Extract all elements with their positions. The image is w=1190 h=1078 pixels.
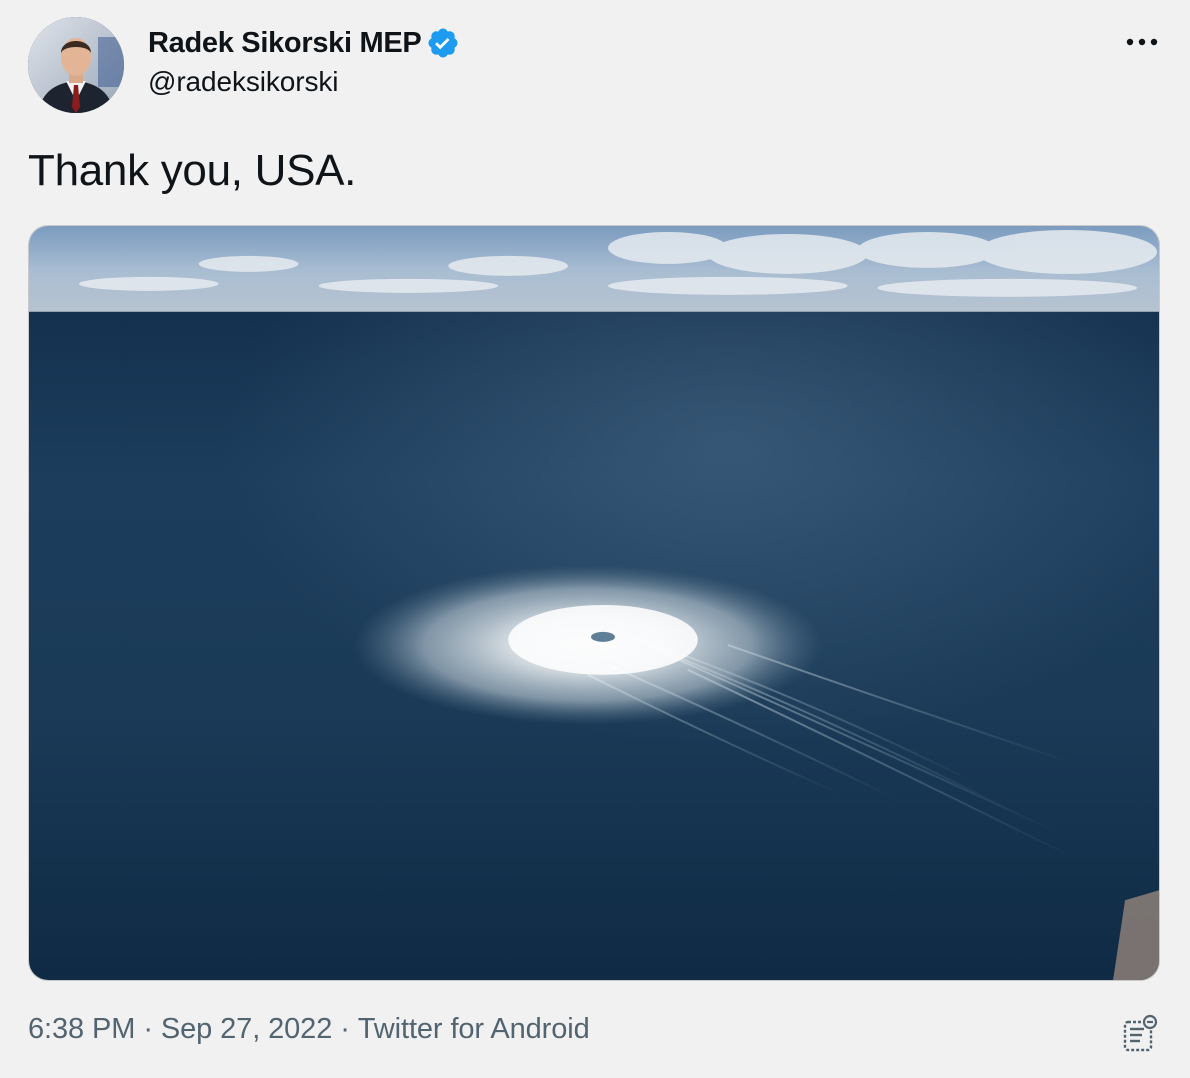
- tweet-meta: 6:38 PM · Sep 27, 2022 · Twitter for And…: [28, 1013, 590, 1046]
- tweet-card: Radek Sikorski MEP @radeksikorski Thank …: [0, 0, 1190, 1078]
- tweet-time[interactable]: 6:38 PM: [28, 1013, 135, 1046]
- avatar-image: [28, 17, 124, 113]
- name-row: Radek Sikorski MEP: [148, 24, 460, 62]
- tweet-text: Thank you, USA.: [28, 146, 357, 195]
- meta-separator: ·: [340, 1013, 350, 1045]
- tweet-source[interactable]: Twitter for Android: [358, 1013, 590, 1046]
- verified-badge-icon[interactable]: [426, 26, 460, 60]
- tweet-photo[interactable]: [28, 225, 1160, 981]
- author-display-name[interactable]: Radek Sikorski MEP: [148, 27, 422, 60]
- author-handle[interactable]: @radeksikorski: [148, 66, 460, 98]
- view-analytics-icon[interactable]: [1122, 1012, 1160, 1054]
- sea-gas-leak-photo: [29, 226, 1159, 980]
- tweet-date[interactable]: Sep 27, 2022: [161, 1013, 332, 1046]
- more-horizontal-icon[interactable]: [1124, 30, 1160, 54]
- author-info: Radek Sikorski MEP @radeksikorski: [148, 24, 460, 98]
- meta-separator: ·: [143, 1013, 153, 1045]
- author-avatar[interactable]: [28, 17, 124, 113]
